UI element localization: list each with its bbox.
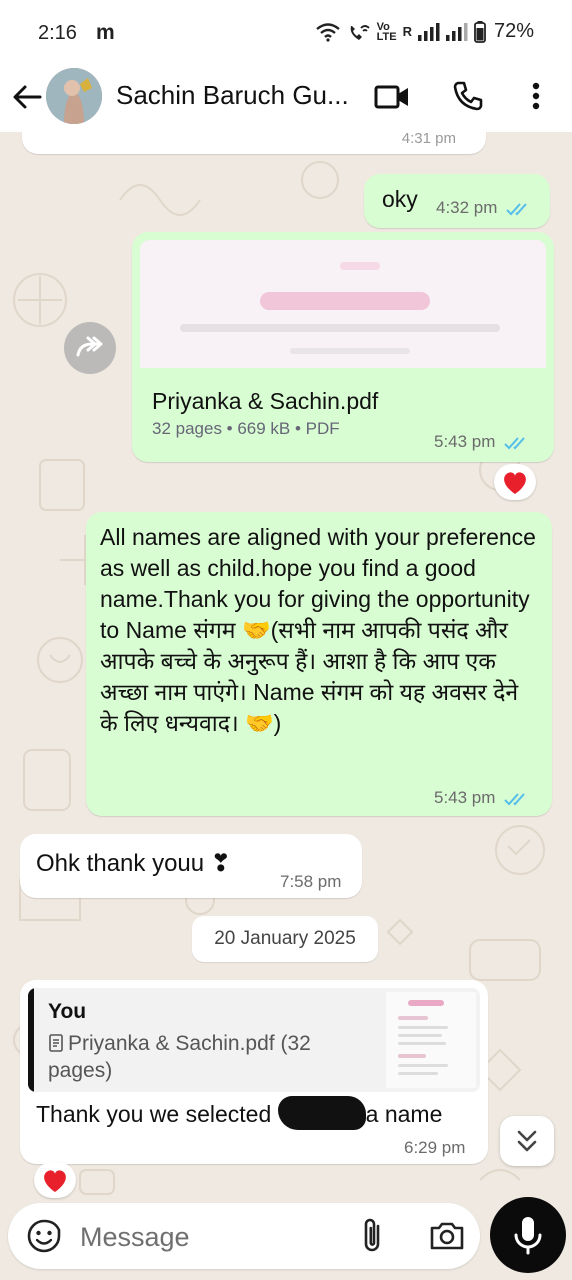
mic-icon: [514, 1217, 542, 1255]
status-bar: 2:16 m Vo LTE R 72%: [0, 0, 572, 66]
outgoing-message[interactable]: oky 4:32 pm: [364, 174, 550, 228]
message-time: 5:43 pm: [434, 788, 530, 808]
wifi-calling-icon: [350, 24, 370, 40]
avatar[interactable]: [46, 68, 102, 124]
roaming-label: R: [402, 23, 412, 39]
document-meta: 32 pages • 669 kB • PDF: [152, 419, 340, 438]
document-thumbnail: [140, 240, 546, 368]
camera-icon[interactable]: [428, 1218, 466, 1254]
outgoing-message[interactable]: All names are aligned with your preferen…: [86, 512, 552, 816]
battery-percent: 72%: [493, 20, 534, 42]
quoted-sender: You: [48, 1000, 87, 1023]
status-icons: Vo LTE R 72%: [315, 20, 534, 43]
volte-label: Vo LTE: [376, 20, 397, 43]
emoji-sticker-icon[interactable]: [24, 1216, 64, 1256]
message-time: 6:29 pm: [404, 1138, 466, 1157]
quote-bar: [28, 988, 34, 1092]
notification-app-icon: m: [96, 21, 115, 44]
document-preview[interactable]: [140, 240, 546, 368]
date-divider: 20 January 2025: [192, 916, 378, 962]
message-time: 4:31 pm: [401, 130, 456, 147]
avatar-photo: [46, 68, 102, 124]
message-text: Ohk thank youu ❣: [36, 850, 231, 877]
video-call-icon[interactable]: [372, 80, 412, 114]
message-text: All names are aligned with your preferen…: [100, 524, 536, 736]
document-file-name: Priyanka & Sachin.pdf: [152, 388, 379, 414]
back-arrow-icon[interactable]: [10, 80, 44, 114]
signal-strength-icon: [417, 22, 440, 41]
message-time: 7:58 pm: [280, 872, 342, 891]
reaction-badge[interactable]: [34, 1162, 76, 1198]
forward-icon: [76, 336, 103, 357]
double-chevron-down-icon: [517, 1130, 537, 1152]
scroll-to-bottom-button[interactable]: [500, 1116, 554, 1166]
battery-icon: [474, 20, 486, 43]
message-text: oky: [382, 186, 418, 212]
read-ticks-icon: [506, 202, 527, 215]
message-time: 5:43 pm: [434, 432, 530, 452]
attach-icon[interactable]: [358, 1216, 388, 1256]
reaction-badge[interactable]: [494, 464, 536, 500]
status-time: 2:16: [38, 22, 77, 44]
read-ticks-icon: [504, 792, 525, 805]
quoted-document-thumbnail: [386, 992, 476, 1088]
chat-header: Sachin Baruch Gu...: [0, 66, 572, 132]
redacted-scribble: [277, 1096, 366, 1130]
quoted-text: Priyanka & Sachin.pdf (32 pages): [48, 1032, 311, 1082]
heart-icon: [504, 472, 526, 494]
incoming-message[interactable]: Ohk thank youu ❣ 7:58 pm: [20, 834, 362, 898]
message-composer: [8, 1203, 480, 1269]
heart-icon: [44, 1170, 66, 1192]
signal-strength-icon: [445, 22, 468, 41]
message-input[interactable]: [78, 1219, 342, 1255]
quoted-message[interactable]: You Priyanka & Sachin.pdf (32 pages): [28, 988, 480, 1092]
contact-name[interactable]: Sachin Baruch Gu...: [116, 80, 349, 111]
forward-button[interactable]: [64, 322, 116, 374]
outgoing-document-message[interactable]: Priyanka & Sachin.pdf 32 pages • 669 kB …: [132, 232, 554, 462]
voice-record-button[interactable]: [490, 1197, 566, 1273]
read-ticks-icon: [504, 436, 525, 449]
wifi-icon: [315, 22, 340, 42]
message-time: 4:32 pm: [436, 198, 532, 218]
more-vert-icon[interactable]: [524, 78, 548, 114]
incoming-reply-message[interactable]: You Priyanka & Sachin.pdf (32 pages) Tha…: [20, 980, 488, 1164]
message-text: Thank you we selected a name: [36, 1096, 476, 1130]
phone-icon[interactable]: [450, 78, 486, 114]
document-icon: [49, 1034, 63, 1052]
